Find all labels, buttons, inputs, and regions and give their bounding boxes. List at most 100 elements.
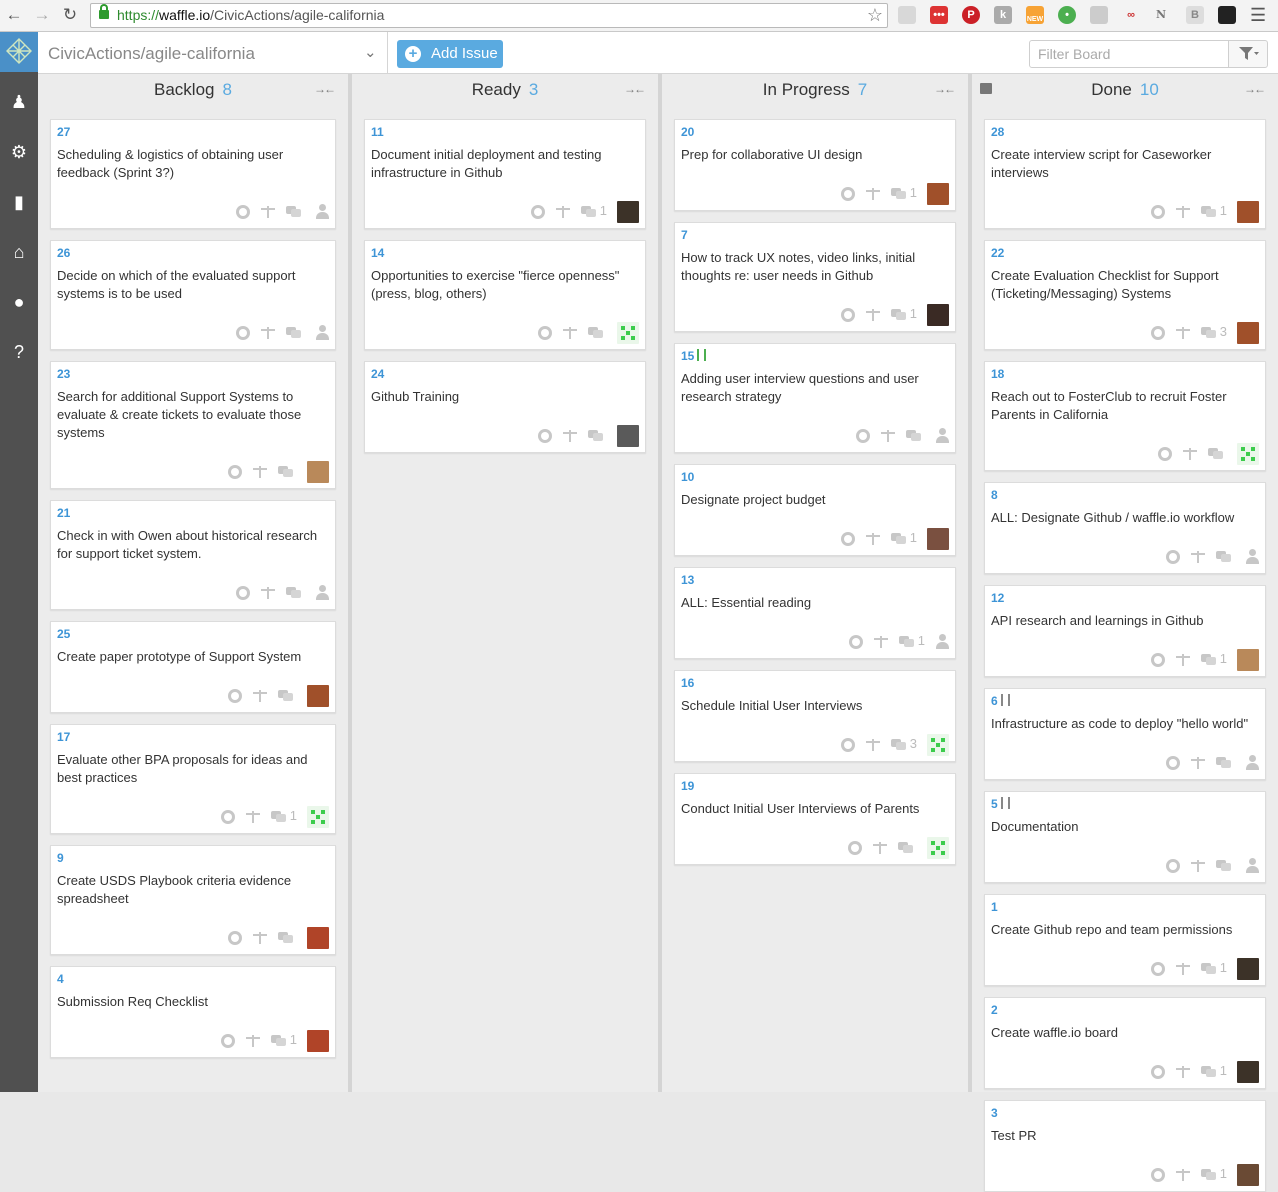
issue-number[interactable]: 8: [991, 488, 998, 502]
unassigned-user-icon[interactable]: [315, 584, 329, 601]
issue-number[interactable]: 25: [57, 627, 70, 641]
issue-card[interactable]: 11 Document initial deployment and testin…: [364, 119, 646, 229]
issue-number[interactable]: 16: [681, 676, 694, 690]
avatar[interactable]: [617, 200, 639, 223]
collapse-column-icon[interactable]: →←: [624, 82, 646, 96]
github-icon[interactable]: [1150, 1064, 1165, 1079]
github-icon[interactable]: [538, 428, 552, 443]
avatar[interactable]: [927, 303, 949, 326]
issue-number-text[interactable]: 24: [371, 367, 384, 381]
issue-number-text[interactable]: 7: [681, 228, 688, 242]
comments-icon[interactable]: [890, 532, 907, 546]
scale-estimate-icon[interactable]: [865, 308, 881, 322]
comments-icon[interactable]: [898, 635, 915, 649]
avatar[interactable]: [617, 321, 639, 344]
scale-estimate-icon[interactable]: [562, 326, 578, 340]
comments-icon[interactable]: [1200, 205, 1217, 219]
github-icon[interactable]: [538, 325, 552, 340]
issue-number-text[interactable]: 28: [991, 125, 1004, 139]
comments-icon[interactable]: [1200, 1065, 1217, 1079]
scale-estimate-icon[interactable]: [865, 532, 881, 546]
scale-estimate-icon[interactable]: [1175, 962, 1191, 976]
issue-number-text[interactable]: 3: [991, 1106, 998, 1120]
comments-icon[interactable]: [1216, 550, 1232, 564]
comments-icon[interactable]: [286, 326, 302, 340]
issue-number-text[interactable]: 8: [991, 488, 998, 502]
extension-icon[interactable]: ∞: [1122, 6, 1140, 24]
issue-number-text[interactable]: 22: [991, 246, 1004, 260]
unassigned-user-icon[interactable]: [935, 633, 949, 650]
avatar[interactable]: [617, 424, 639, 447]
comments-icon[interactable]: [890, 738, 907, 752]
issue-number-text[interactable]: 18: [991, 367, 1004, 381]
issue-card[interactable]: 7 How to track UX notes, video links, ini…: [674, 222, 956, 332]
avatar[interactable]: [1237, 1060, 1259, 1083]
issue-card[interactable]: 2 Create waffle.io board 1: [984, 997, 1266, 1089]
avatar[interactable]: [927, 733, 949, 756]
comments-icon[interactable]: [270, 810, 287, 824]
scale-estimate-icon[interactable]: [245, 810, 261, 824]
metrics-chart-icon[interactable]: ▮: [9, 192, 29, 212]
github-icon[interactable]: [840, 531, 855, 546]
issue-number-text[interactable]: 23: [57, 367, 70, 381]
github-icon[interactable]: [236, 585, 250, 600]
avatar[interactable]: [307, 805, 329, 828]
issue-card[interactable]: 4 Submission Req Checklist 1: [50, 966, 336, 1058]
comments-icon[interactable]: [270, 1034, 287, 1048]
extension-icon[interactable]: [1218, 6, 1236, 24]
issue-number-text[interactable]: 6: [991, 694, 998, 708]
comments-icon[interactable]: [588, 429, 604, 443]
scale-estimate-icon[interactable]: [252, 689, 268, 703]
scale-estimate-icon[interactable]: [1175, 205, 1191, 219]
issue-number[interactable]: 13: [681, 573, 694, 587]
issue-card[interactable]: 22 Create Evaluation Checklist for Suppor…: [984, 240, 1266, 350]
github-icon[interactable]: [1150, 325, 1165, 340]
avatar[interactable]: [1237, 648, 1259, 671]
extension-icon[interactable]: •: [1058, 6, 1076, 24]
github-icon[interactable]: [228, 464, 242, 479]
avatar[interactable]: [1237, 321, 1259, 344]
avatar[interactable]: [927, 527, 949, 550]
comments-icon[interactable]: [1200, 326, 1217, 340]
home-icon[interactable]: ⌂: [9, 242, 29, 262]
avatar[interactable]: [1237, 200, 1259, 223]
chevron-down-icon[interactable]: ⌄: [364, 43, 377, 61]
issue-number[interactable]: 2: [991, 1003, 998, 1017]
scale-estimate-icon[interactable]: [252, 465, 268, 479]
repo-selector[interactable]: CivicActions/agile-california: [48, 44, 255, 64]
issue-card[interactable]: 28 Create interview script for Caseworker…: [984, 119, 1266, 229]
filter-button[interactable]: [1228, 40, 1268, 68]
issue-card[interactable]: 14 Opportunities to exercise "fierce open…: [364, 240, 646, 350]
issue-card[interactable]: 16 Schedule Initial User Interviews 3: [674, 670, 956, 762]
scale-estimate-icon[interactable]: [260, 326, 276, 340]
github-icon[interactable]: [220, 1033, 235, 1048]
issue-number[interactable]: 22: [991, 246, 1004, 260]
issue-number[interactable]: 23: [57, 367, 70, 381]
issue-card[interactable]: 24 Github Training: [364, 361, 646, 453]
add-issue-button[interactable]: + Add Issue: [397, 40, 503, 68]
issue-number[interactable]: 21: [57, 506, 70, 520]
scale-estimate-icon[interactable]: [245, 1034, 261, 1048]
scale-estimate-icon[interactable]: [1175, 1065, 1191, 1079]
extension-icon[interactable]: k: [994, 6, 1012, 24]
issue-number[interactable]: 26: [57, 246, 70, 260]
comments-icon[interactable]: [278, 931, 294, 945]
issue-number[interactable]: 18: [991, 367, 1004, 381]
issue-number[interactable]: 19: [681, 779, 694, 793]
issue-number[interactable]: 28: [991, 125, 1004, 139]
issue-number[interactable]: 4: [57, 972, 64, 986]
github-icon[interactable]: [840, 186, 855, 201]
avatar[interactable]: [1237, 442, 1259, 465]
issue-number-text[interactable]: 5: [991, 797, 998, 811]
issue-card[interactable]: 19 Conduct Initial User Interviews of Par…: [674, 773, 956, 865]
comments-icon[interactable]: [286, 586, 302, 600]
extension-new-icon[interactable]: NEW: [1026, 6, 1044, 24]
avatar[interactable]: [927, 182, 949, 205]
unassigned-user-icon[interactable]: [315, 203, 329, 220]
scale-estimate-icon[interactable]: [1190, 550, 1206, 564]
unassigned-user-icon[interactable]: [1245, 857, 1259, 874]
github-icon[interactable]: [228, 688, 242, 703]
issue-number-text[interactable]: 13: [681, 573, 694, 587]
issue-number[interactable]: 15: [681, 349, 707, 363]
github-icon[interactable]: [228, 930, 242, 945]
